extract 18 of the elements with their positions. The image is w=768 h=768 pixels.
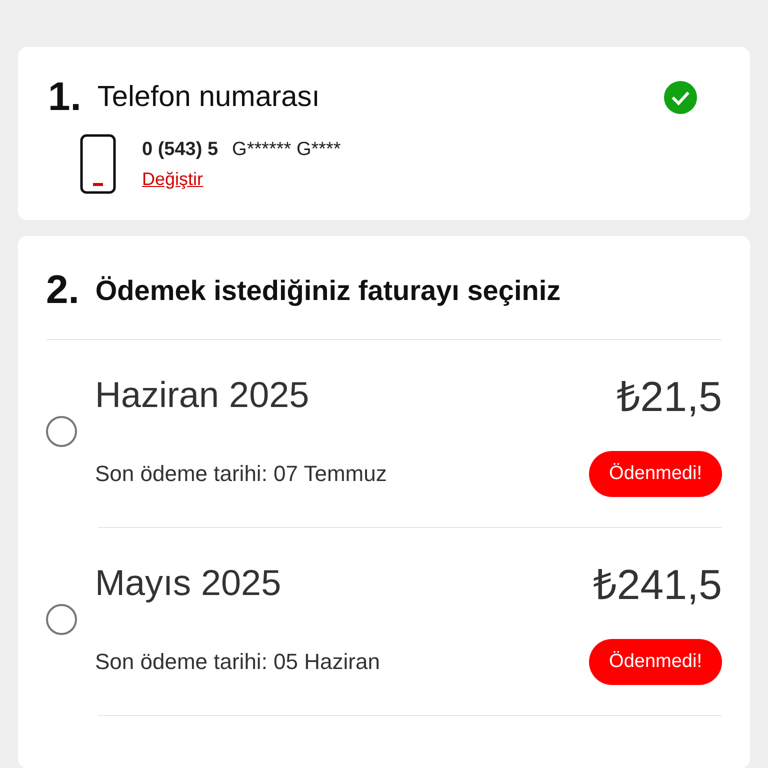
bill-period: Haziran 2025 — [95, 374, 310, 416]
step-number: 2. — [46, 268, 80, 313]
bill-amount: ₺21,5 — [616, 372, 722, 422]
radio-button[interactable] — [46, 604, 77, 635]
due-date: Son ödeme tarihi: 05 Haziran — [95, 649, 380, 675]
step-number: 1. — [48, 75, 82, 120]
due-date: Son ödeme tarihi: 07 Temmuz — [95, 461, 387, 487]
bill-period: Mayıs 2025 — [95, 562, 282, 604]
change-link[interactable]: Değiştir — [142, 168, 204, 188]
phone-number: 0 (543) 5 — [142, 138, 218, 160]
section-title: Ödemek istediğiniz faturayı seçiniz — [95, 274, 562, 306]
status-badge: Ödenmedi! — [589, 451, 722, 497]
section-title: Telefon numarası — [97, 81, 321, 114]
phone-icon — [80, 134, 116, 194]
bill-amount: ₺241,5 — [592, 560, 722, 610]
owner-name: G****** G**** — [232, 138, 341, 160]
radio-button[interactable] — [46, 416, 77, 447]
status-badge: Ödenmedi! — [589, 639, 722, 685]
